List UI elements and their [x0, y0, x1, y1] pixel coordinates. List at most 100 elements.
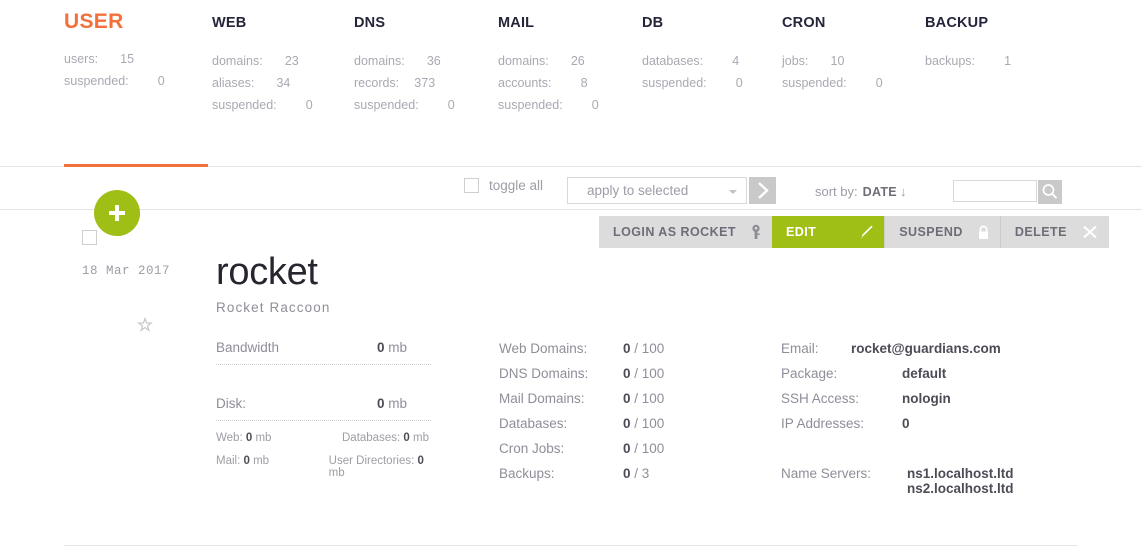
stats-row-value: 0 [447, 98, 455, 112]
stats-panel-backup[interactable]: BACKUP backups: 1 [925, 14, 1011, 72]
login-as-button-label: LOGIN AS ROCKET [613, 225, 736, 239]
ssh-access-row: SSH Access: nologin [781, 391, 951, 416]
quota-used: 0 [623, 366, 631, 381]
favorite-star-icon[interactable] [136, 316, 154, 334]
stats-row-value: 15 [120, 52, 135, 66]
quota-value: 0 / 100 [623, 391, 665, 406]
stats-row-value: 10 [830, 54, 845, 68]
stats-row: users: 15 [64, 48, 165, 70]
bandwidth-unit: mb [388, 340, 407, 355]
apply-to-selected-value: apply to selected [587, 183, 689, 198]
stats-row-value: 23 [284, 54, 299, 68]
toggle-all-label: toggle all [489, 178, 544, 193]
disk-databases-value: 0 [403, 432, 410, 444]
stats-row-key: users: [64, 52, 99, 66]
sort-by-value: DATE [862, 185, 897, 199]
quota-row: Mail Domains: 0 / 100 [499, 391, 664, 416]
quota-value: 0 / 100 [623, 416, 665, 431]
stats-panel-cron[interactable]: CRON jobs: 10 suspended: 0 [782, 14, 883, 94]
package-row: Package: default [781, 366, 946, 391]
disk-mail-value: 0 [243, 455, 250, 467]
account-info-column: Email: rocket@guardians.com Package: def… [781, 341, 1014, 496]
quota-used: 0 [623, 416, 631, 431]
stats-panel-title: MAIL [498, 15, 535, 31]
quota-label: Backups: [499, 466, 555, 481]
name-servers-row: Name Servers: ns1.localhost.ltd ns2.loca… [781, 466, 1014, 496]
edit-button[interactable]: EDIT [771, 216, 885, 248]
quota-value: 0 / 100 [623, 341, 665, 356]
stats-row-value: 8 [580, 76, 588, 90]
delete-button[interactable]: DELETE [999, 216, 1109, 248]
package-value: default [902, 366, 947, 381]
ip-addresses-label: IP Addresses: [781, 416, 865, 431]
stats-panel-web[interactable]: WEB domains: 23 aliases: 34 suspended: 0 [212, 14, 313, 116]
disk-label: Disk: [216, 396, 246, 411]
email-row: Email: rocket@guardians.com [781, 341, 1001, 366]
quota-row: Databases: 0 / 100 [499, 416, 664, 441]
add-user-button[interactable] [94, 190, 140, 236]
stats-panel-mail[interactable]: MAIL domains: 26 accounts: 8 suspended: 0 [498, 14, 599, 116]
disk-mail: Mail: 0 mb [216, 455, 329, 479]
sort-by-control[interactable]: sort by: DATE ↓ [815, 184, 906, 199]
stats-row: databases: 4 [642, 50, 743, 72]
search-button[interactable] [1038, 180, 1062, 204]
quota-label: DNS Domains: [499, 366, 589, 381]
stats-row-key: domains: [212, 54, 263, 68]
disk-value: 0 mb [377, 396, 407, 411]
login-as-button[interactable]: LOGIN AS ROCKET [599, 216, 772, 248]
stats-panel-dns[interactable]: DNS domains: 36 records: 373 suspended: 0 [354, 14, 455, 116]
quota-row: Cron Jobs: 0 / 100 [499, 441, 664, 466]
apply-to-selected-select[interactable]: apply to selected [567, 177, 747, 204]
stats-row: domains: 26 [498, 50, 599, 72]
stats-row-key: suspended: [642, 76, 707, 90]
sort-by-label: sort by: [815, 184, 858, 199]
quota-limit: 100 [641, 391, 665, 406]
active-tab-underline-user [64, 164, 208, 167]
toggle-all-control[interactable]: toggle all [464, 178, 543, 193]
quota-used: 0 [623, 466, 631, 481]
disk-userdirs-unit: mb [328, 467, 345, 479]
stats-row-key: backups: [925, 54, 976, 68]
user-name: rocket [216, 251, 318, 293]
quota-limit: 3 [641, 466, 650, 481]
search-input[interactable] [953, 180, 1037, 202]
quota-label: Cron Jobs: [499, 441, 565, 456]
quota-limit: 100 [641, 366, 665, 381]
edit-button-label: EDIT [785, 225, 817, 239]
stats-row: suspended: 0 [212, 94, 313, 116]
toggle-all-checkbox[interactable] [464, 178, 479, 193]
list-bottom-divider [64, 545, 1078, 546]
email-value: rocket@guardians.com [851, 341, 1001, 356]
ip-addresses-value: 0 [902, 416, 910, 431]
stats-panel-db[interactable]: DB databases: 4 suspended: 0 [642, 14, 743, 94]
name-servers-label: Name Servers: [781, 466, 872, 481]
stats-row: suspended: 0 [64, 70, 165, 92]
key-icon [750, 224, 762, 240]
chevron-right-icon [758, 182, 769, 199]
chevron-down-icon [729, 190, 737, 194]
stats-row-key: domains: [498, 54, 549, 68]
stats-row: suspended: 0 [498, 94, 599, 116]
disk-divider [216, 419, 431, 421]
disk-databases-unit: mb [413, 432, 429, 444]
pencil-icon [858, 224, 874, 240]
quota-row: DNS Domains: 0 / 100 [499, 366, 664, 391]
disk-breakdown-row-2: Mail: 0 mb User Directories: 0 mb [216, 455, 431, 479]
stats-panel-user[interactable]: USER users: 15 suspended: 0 [64, 11, 165, 92]
quota-value: 0 / 3 [623, 466, 650, 481]
row-select-checkbox[interactable] [82, 230, 97, 245]
stats-row-value: 34 [276, 76, 291, 90]
quota-used: 0 [623, 441, 631, 456]
disk-unit: mb [388, 396, 407, 411]
disk-number: 0 [376, 396, 385, 411]
disk-web-label: Web: [216, 432, 243, 444]
disk-web-unit: mb [255, 432, 272, 444]
stats-panel-title: DB [642, 15, 664, 31]
stats-row: domains: 36 [354, 50, 455, 72]
apply-go-button[interactable] [749, 177, 776, 204]
quota-row: Backups: 0 / 3 [499, 466, 649, 491]
stats-row-key: suspended: [64, 74, 129, 88]
usage-column: Bandwidth 0 mb Disk: 0 mb Web: 0 mb Data… [216, 340, 431, 479]
toolbar-bottom-divider [0, 209, 1142, 210]
suspend-button[interactable]: SUSPEND [884, 216, 1000, 248]
